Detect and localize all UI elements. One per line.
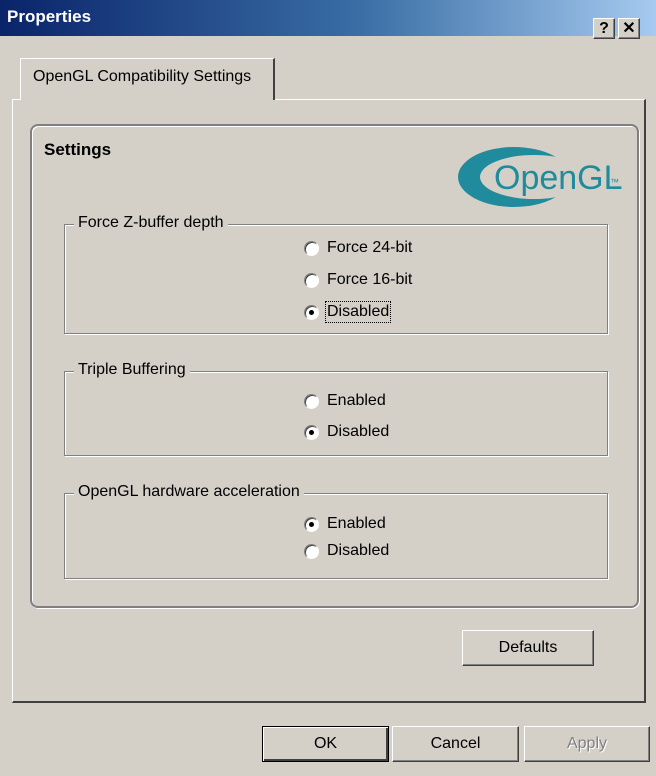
group-legend: Triple Buffering — [74, 361, 190, 379]
apply-button[interactable]: Apply — [524, 726, 650, 762]
group-legend: OpenGL hardware acceleration — [74, 483, 304, 501]
radio-label: Disabled — [327, 542, 390, 559]
settings-title: Settings — [44, 140, 112, 159]
title-bar[interactable]: Properties ? ✕ — [0, 0, 656, 39]
radio-force-16-bit[interactable]: Force 16-bit — [304, 269, 412, 291]
radio-label: Enabled — [327, 392, 386, 409]
radio-circle-checked[interactable] — [304, 304, 319, 320]
radio-zbuffer-disabled[interactable]: Disabled — [304, 301, 392, 323]
group-triple-buffering: Triple Buffering — [64, 361, 608, 456]
radio-triple-enabled[interactable]: Enabled — [304, 390, 386, 412]
group-legend: Force Z-buffer depth — [74, 214, 228, 232]
group-hardware-acceleration: OpenGL hardware acceleration — [64, 483, 608, 579]
radio-label: Force 24-bit — [327, 239, 413, 256]
opengl-logo-text: OpenGL — [494, 159, 622, 197]
window-title: Properties — [7, 7, 92, 26]
radio-circle-checked[interactable] — [304, 516, 319, 532]
help-button[interactable]: ? — [593, 18, 615, 39]
opengl-logo-tm: ™ — [610, 177, 619, 187]
radio-hwaccel-enabled[interactable]: Enabled — [304, 513, 386, 535]
radio-label: Force 16-bit — [327, 271, 413, 288]
tab-opengl-compatibility-settings[interactable]: OpenGL Compatibility Settings — [20, 58, 275, 100]
ok-button[interactable]: OK — [262, 726, 389, 762]
radio-circle[interactable] — [304, 240, 319, 256]
radio-label: Enabled — [327, 515, 386, 532]
radio-circle-checked[interactable] — [304, 424, 319, 440]
radio-circle[interactable] — [304, 393, 319, 409]
radio-label: Disabled — [327, 423, 390, 440]
radio-force-24-bit[interactable]: Force 24-bit — [304, 237, 412, 259]
radio-hwaccel-disabled[interactable]: Disabled — [304, 540, 389, 562]
radio-circle[interactable] — [304, 543, 319, 559]
close-button[interactable]: ✕ — [618, 18, 640, 39]
opengl-logo: OpenGL ™ — [458, 147, 622, 207]
tab-label: OpenGL Compatibility Settings — [33, 68, 252, 85]
properties-dialog: Properties ? ✕ OpenGL Compatibility Sett… — [0, 0, 656, 776]
cancel-button[interactable]: Cancel — [392, 726, 519, 762]
radio-label: Disabled — [324, 301, 392, 323]
radio-triple-disabled[interactable]: Disabled — [304, 421, 389, 443]
defaults-button[interactable]: Defaults — [462, 630, 594, 666]
radio-circle[interactable] — [304, 272, 319, 288]
